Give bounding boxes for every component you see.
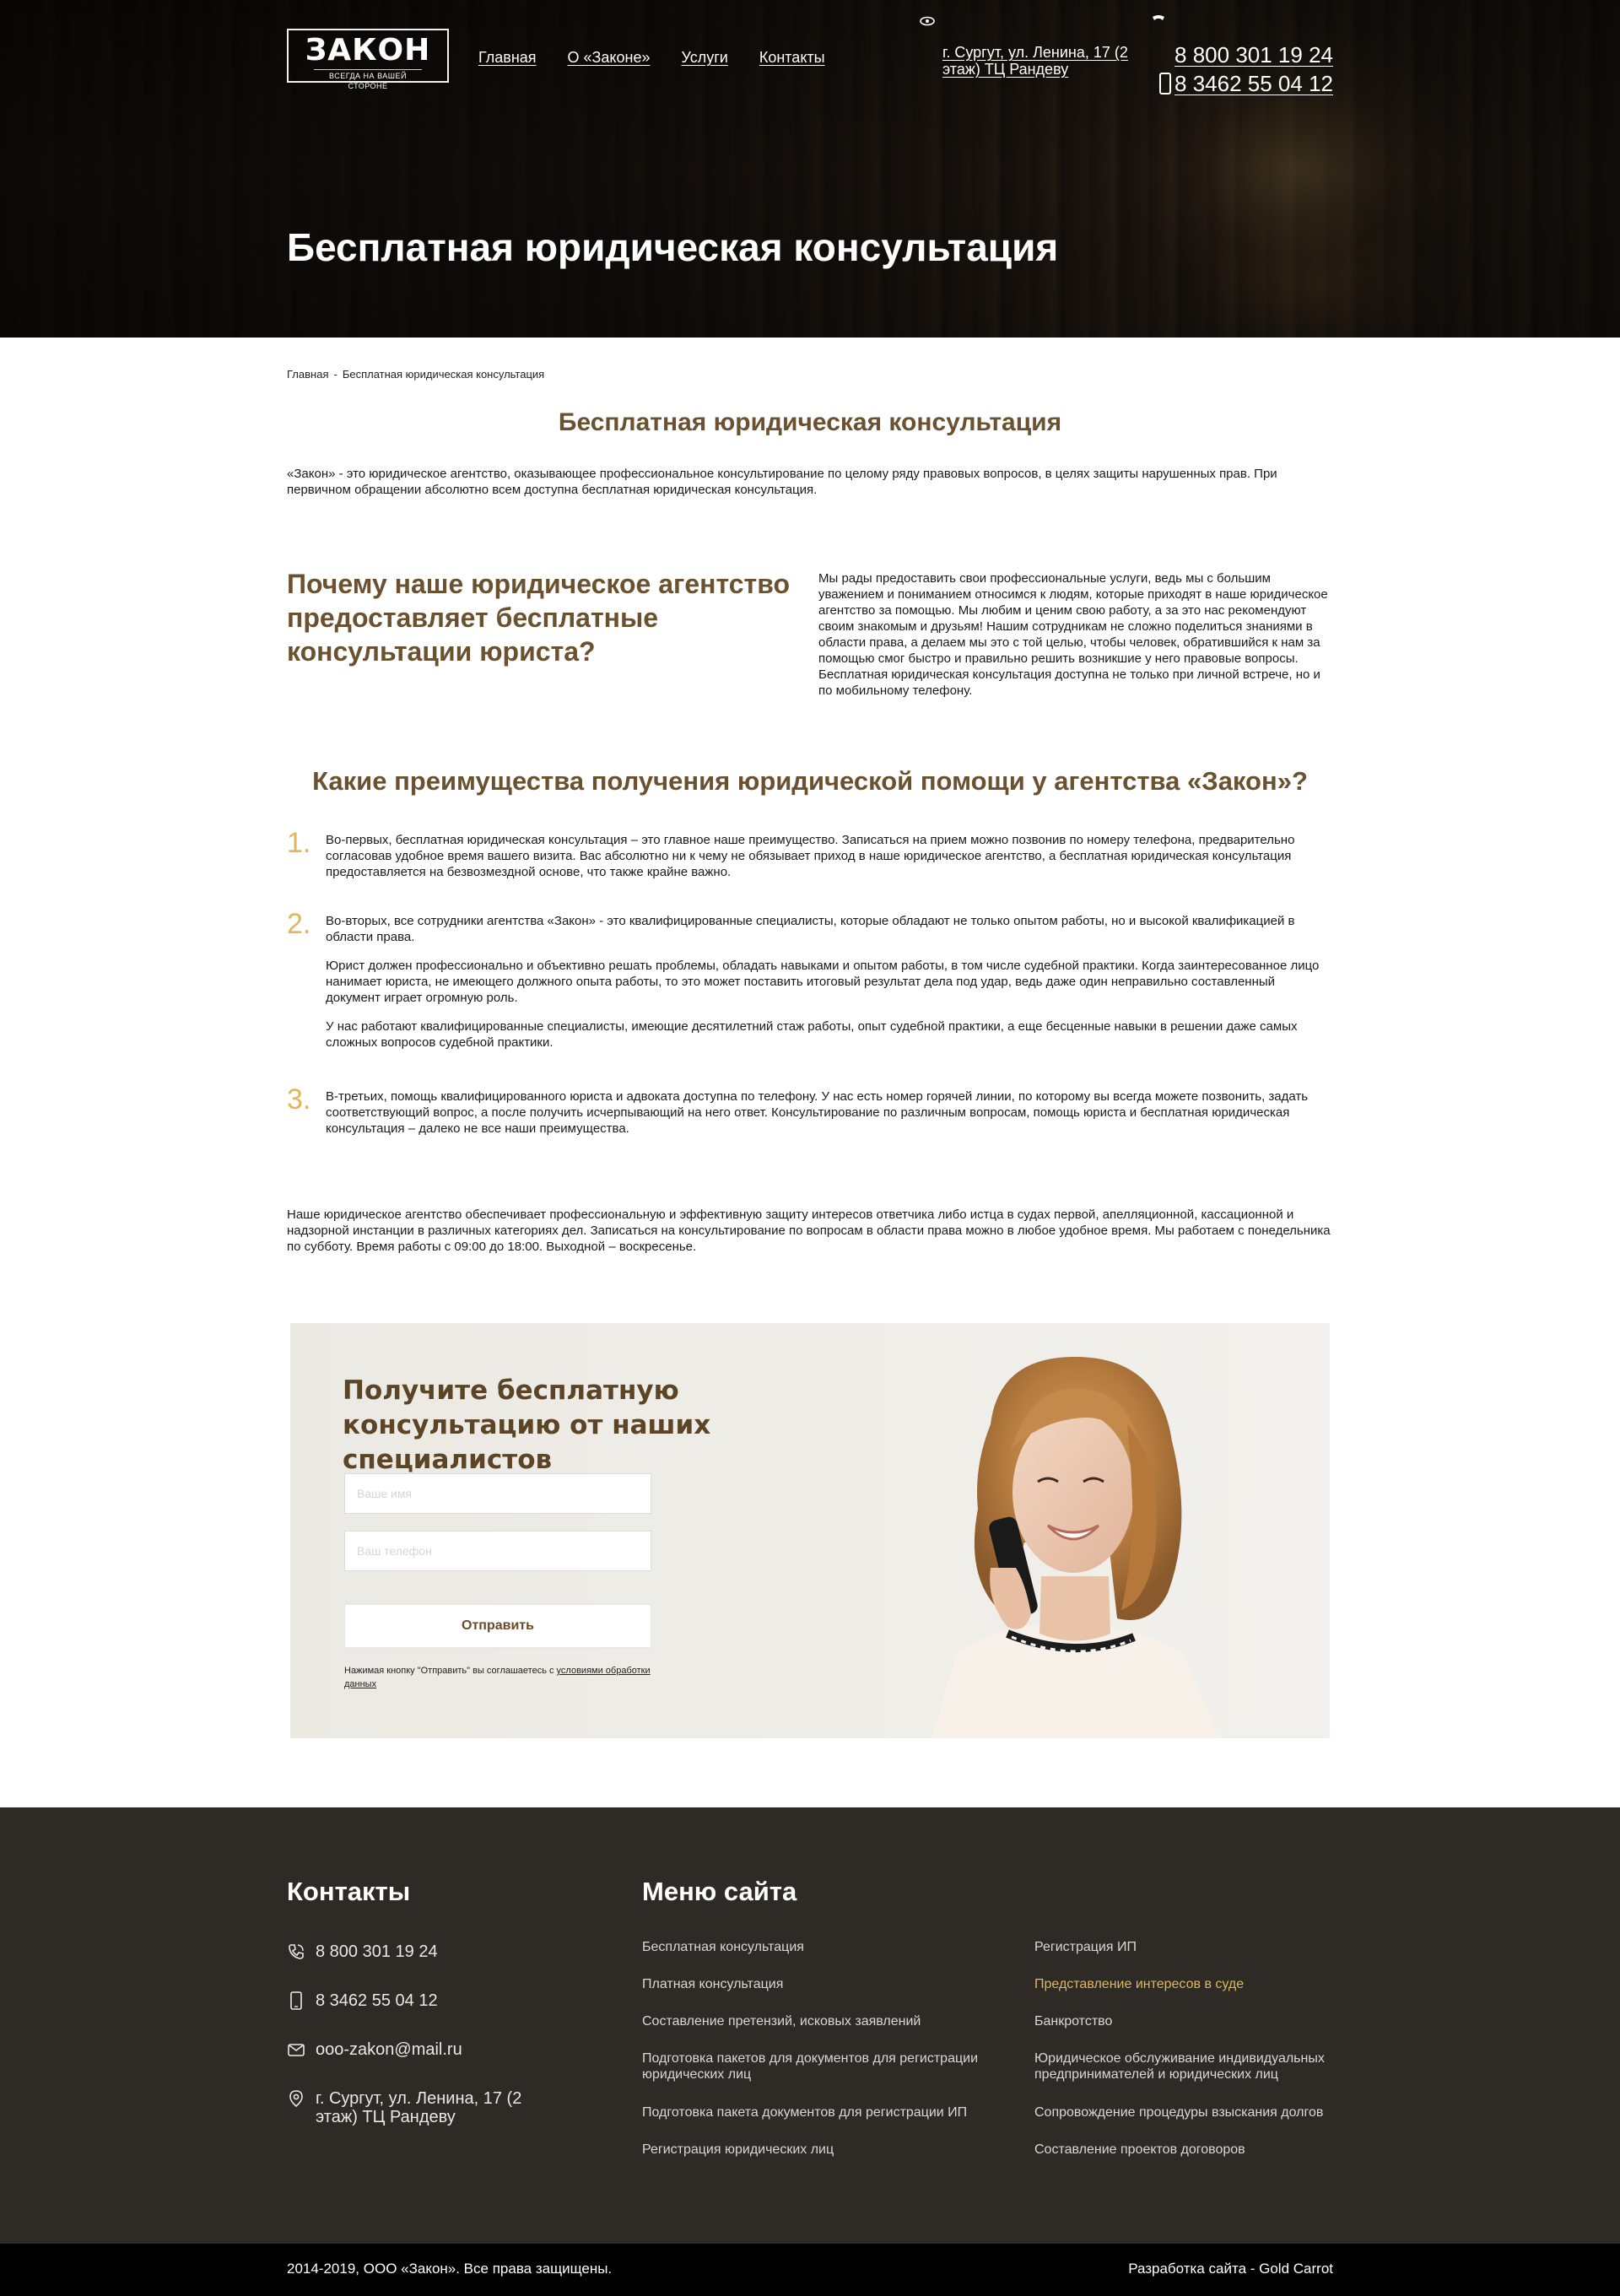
logo-tagline: ВСЕГДА НА ВАШЕЙ СТОРОНЕ xyxy=(314,69,422,91)
location-pin-icon xyxy=(289,2090,303,2108)
header-phone-2: 8 3462 55 04 12 xyxy=(1174,71,1333,96)
footer-contacts-title: Контакты xyxy=(287,1877,411,1906)
advantage-text: У нас работают квалифицированные специал… xyxy=(326,1019,1298,1050)
advantage-body: Во-первых, бесплатная юридическая консул… xyxy=(326,832,1333,880)
footer-menu-link[interactable]: Регистрация ИП xyxy=(1034,1939,1338,1955)
why-heading: Почему наше юридическое агентство предос… xyxy=(287,569,790,667)
nav-item-home[interactable]: Главная xyxy=(478,49,537,67)
advantage-number: 3. xyxy=(287,1083,311,1116)
footer-menu-title: Меню сайта xyxy=(642,1877,797,1906)
advantage-body: Во-вторых, все сотрудники агентства «Зак… xyxy=(326,913,1333,1051)
consent-note-text: Нажимая кнопку "Отправить" вы соглашаете… xyxy=(344,1666,557,1676)
footer-menu-link[interactable]: Составление проектов договоров xyxy=(1034,2142,1338,2158)
location-icon xyxy=(920,15,938,27)
footer-phone-2[interactable]: 8 3462 55 04 12 xyxy=(287,1991,438,2010)
footer: Контакты Меню сайта 8 800 301 19 24 8 34… xyxy=(0,1807,1620,2244)
mobile-icon xyxy=(1159,73,1172,95)
advantage-text: Юрист должен профессионально и объективн… xyxy=(326,959,1320,1005)
phone-input[interactable] xyxy=(344,1531,651,1571)
footer-menu-link[interactable]: Юридическое обслуживание индивидуальных … xyxy=(1034,2050,1338,2083)
logo[interactable]: ЗАКОН ВСЕГДА НА ВАШЕЙ СТОРОНЕ xyxy=(287,29,449,90)
mail-icon xyxy=(288,2044,305,2056)
footer-menu-link[interactable]: Подготовка пакета документов для регистр… xyxy=(642,2104,996,2120)
nav-item-contacts[interactable]: Контакты xyxy=(759,49,825,67)
nav-item-about[interactable]: О «Законе» xyxy=(568,49,651,67)
name-input[interactable] xyxy=(344,1473,651,1514)
why-text: Мы рады предоставить свои профессиональн… xyxy=(818,571,1328,698)
header-phone-2-row[interactable]: 8 3462 55 04 12 xyxy=(1159,69,1333,98)
form-title: Получите бесплатную консультацию от наши… xyxy=(343,1375,711,1475)
advantages-heading: Какие преимущества получения юридической… xyxy=(312,766,1308,796)
header-phone-1[interactable]: 8 800 301 19 24 xyxy=(1159,41,1333,69)
main-nav: Главная О «Законе» Услуги Контакты xyxy=(478,49,825,67)
advantage-number: 2. xyxy=(287,908,311,940)
footer-menu-link-active[interactable]: Представление интересов в суде xyxy=(1034,1976,1338,1992)
footer-menu-link[interactable]: Подготовка пакетов для документов для ре… xyxy=(642,2050,996,2083)
intro-text: «Закон» - это юридическое агентство, ока… xyxy=(287,467,1277,497)
main-heading: Бесплатная юридическая консультация xyxy=(558,408,1062,436)
footer-email[interactable]: ooo-zakon@mail.ru xyxy=(287,2040,462,2059)
footer-menu-link[interactable]: Регистрация юридических лиц xyxy=(642,2142,996,2158)
hero-banner: ЗАКОН ВСЕГДА НА ВАШЕЙ СТОРОНЕ Главная О … xyxy=(0,0,1620,338)
breadcrumb-home[interactable]: Главная xyxy=(287,368,328,381)
copyright-bar: 2014-2019, ООО «Закон». Все права защище… xyxy=(0,2244,1620,2296)
consent-note: Нажимая кнопку "Отправить" вы соглашаете… xyxy=(344,1664,656,1691)
footer-menu-link[interactable]: Платная консультация xyxy=(642,1976,996,1992)
phone-icon xyxy=(289,1944,304,1959)
copyright-text: 2014-2019, ООО «Закон». Все права защище… xyxy=(287,2261,613,2277)
footer-menu-link[interactable]: Бесплатная консультация xyxy=(642,1939,996,1955)
advantage-text: В-третьих, помощь квалифицированного юри… xyxy=(326,1089,1309,1136)
breadcrumb-separator: - xyxy=(333,368,338,381)
footer-menu-link[interactable]: Составление претензий, исковых заявлений xyxy=(642,2013,996,2029)
nav-item-services[interactable]: Услуги xyxy=(681,49,727,67)
logo-text: ЗАКОН xyxy=(305,33,431,68)
advantage-body: В-третьих, помощь квалифицированного юри… xyxy=(326,1089,1333,1137)
breadcrumb: Главная - Бесплатная юридическая консульта… xyxy=(287,368,544,381)
developer-credit-link[interactable]: Разработка сайта - Gold Carrot xyxy=(1128,2261,1333,2277)
footer-menu-link[interactable]: Сопровождение процедуры взыскания долгов xyxy=(1034,2104,1338,2120)
advantage-text: Во-первых, бесплатная юридическая консул… xyxy=(326,833,1295,879)
advantage-number: 1. xyxy=(287,827,311,859)
page-title: Бесплатная юридическая консультация xyxy=(287,225,1059,269)
footer-address[interactable]: г. Сургут, ул. Ленина, 17 (2 этаж) ТЦ Ра… xyxy=(287,2089,557,2126)
header-address[interactable]: г. Сургут, ул. Ленина, 17 (2 этаж) ТЦ Ра… xyxy=(942,44,1128,78)
advantage-text: Во-вторых, все сотрудники агентства «Зак… xyxy=(326,914,1295,944)
consultation-form-section: Получите бесплатную консультацию от наши… xyxy=(290,1323,1330,1738)
submit-button[interactable]: Отправить xyxy=(344,1604,651,1648)
header-phones: 8 800 301 19 24 8 3462 55 04 12 xyxy=(1159,41,1333,98)
footer-phone-1[interactable]: 8 800 301 19 24 xyxy=(287,1942,438,1961)
mobile-icon xyxy=(290,1991,302,2010)
closing-text: Наше юридическое агентство обеспечивает … xyxy=(287,1207,1331,1254)
breadcrumb-current: Бесплатная юридическая консультация xyxy=(342,368,545,381)
phone-icon xyxy=(1151,14,1169,25)
footer-menu-link[interactable]: Банкротство xyxy=(1034,2013,1338,2029)
woman-on-phone-photo xyxy=(830,1323,1330,1738)
